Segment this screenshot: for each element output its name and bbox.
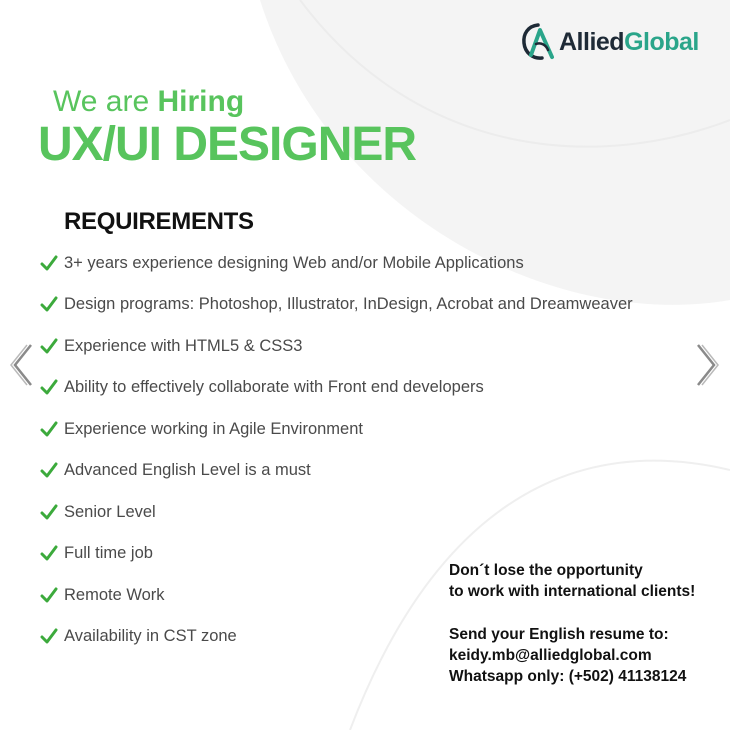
requirement-item: Availability in CST zone xyxy=(40,621,237,651)
checkmark-icon xyxy=(40,338,58,354)
requirement-text: Senior Level xyxy=(64,502,156,521)
checkmark-icon xyxy=(40,379,58,395)
cta-email: keidy.mb@alliedglobal.com xyxy=(449,647,652,664)
requirement-text: Availability in CST zone xyxy=(64,626,237,645)
requirement-text: Experience with HTML5 & CSS3 xyxy=(64,336,303,355)
checkmark-icon xyxy=(40,296,58,312)
requirement-item: Experience working in Agile Environment xyxy=(40,414,363,444)
checkmark-icon xyxy=(40,421,58,437)
requirement-item: Full time job xyxy=(40,538,153,568)
requirement-text: Experience working in Agile Environment xyxy=(64,419,363,438)
requirement-text: Remote Work xyxy=(64,585,165,604)
job-title: UX/UI DESIGNER xyxy=(38,118,417,171)
checkmark-icon xyxy=(40,504,58,520)
requirements-title: REQUIREMENTS xyxy=(64,208,254,235)
requirement-item: Design programs: Photoshop, Illustrator,… xyxy=(40,289,633,319)
requirement-text: Ability to effectively collaborate with … xyxy=(64,377,484,396)
requirement-text: Full time job xyxy=(64,543,153,562)
checkmark-icon xyxy=(40,545,58,561)
cta-line-2: to work with international clients! xyxy=(449,583,696,600)
chevron-right-icon[interactable] xyxy=(694,342,720,388)
requirement-item: Remote Work xyxy=(40,580,165,610)
requirement-item: Ability to effectively collaborate with … xyxy=(40,372,484,402)
hiring-intro: We are xyxy=(53,85,158,118)
requirement-text: Advanced English Level is a must xyxy=(64,460,311,479)
allied-global-logo: AlliedGlobal xyxy=(521,22,699,62)
cta-whatsapp: Whatsapp only: (+502) 41138124 xyxy=(449,668,687,685)
logo-text-global: Global xyxy=(624,27,699,56)
requirement-text: 3+ years experience designing Web and/or… xyxy=(64,253,524,272)
requirement-item: 3+ years experience designing Web and/or… xyxy=(40,248,524,278)
requirement-text: Design programs: Photoshop, Illustrator,… xyxy=(64,294,633,313)
requirement-item: Advanced English Level is a must xyxy=(40,455,311,485)
hiring-headline: We are Hiring xyxy=(53,85,244,119)
requirement-item: Experience with HTML5 & CSS3 xyxy=(40,331,302,361)
cta-send-resume: Send your English resume to: xyxy=(449,626,669,643)
logo-text-allied: Allied xyxy=(559,27,625,56)
checkmark-icon xyxy=(40,628,58,644)
chevron-left-icon[interactable] xyxy=(9,342,35,388)
checkmark-icon xyxy=(40,587,58,603)
cta-line-1: Don´t lose the opportunity xyxy=(449,562,643,579)
checkmark-icon xyxy=(40,462,58,478)
requirement-item: Senior Level xyxy=(40,497,156,527)
hiring-word: Hiring xyxy=(157,85,245,118)
checkmark-icon xyxy=(40,255,58,271)
allied-global-logo-mark-icon xyxy=(522,23,554,60)
